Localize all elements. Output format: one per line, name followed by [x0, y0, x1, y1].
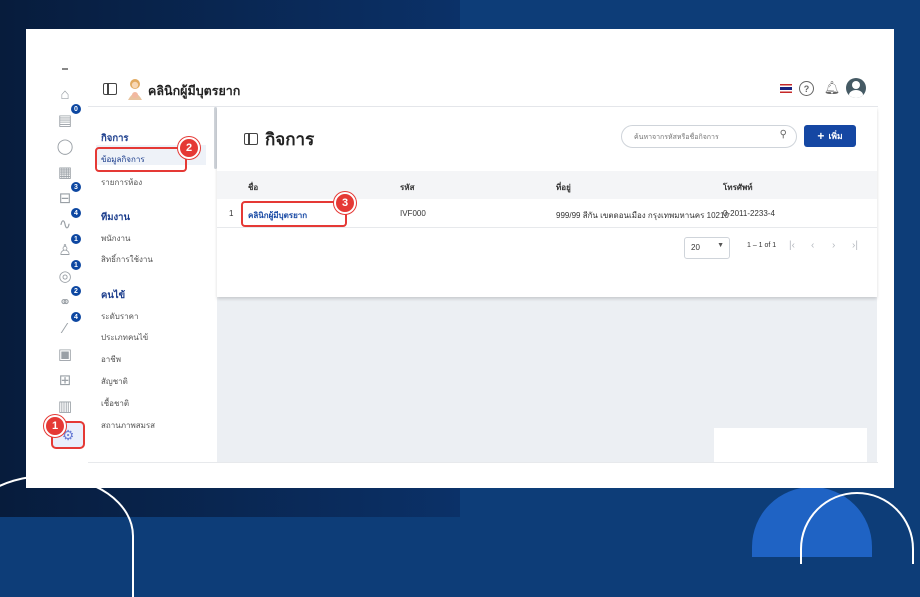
subnav-item-permissions[interactable]: สิทธิ์การใช้งาน [101, 253, 153, 266]
search-box[interactable]: ⚲ [621, 125, 797, 148]
add-button-label: เพิ่ม [828, 131, 843, 141]
user-icon[interactable]: ◯ [52, 135, 78, 157]
icon-rail: ⌂ ▤ 0 ◯ ▦ ⊟ 3 ∿ 4 ♙ 1 ◎ 1 ⚭ 2 ⁄ 4 ▣ ⊞ ▥ [46, 69, 84, 449]
stethoscope-icon[interactable]: ∿ 4 [52, 208, 81, 235]
app-window: ⌂ ▤ 0 ◯ ▦ ⊟ 3 ∿ 4 ♙ 1 ◎ 1 ⚭ 2 ⁄ 4 ▣ ⊞ ▥ ⚙ 1 คลิ… [26, 29, 894, 488]
add-button[interactable]: + เพิ่ม [804, 125, 856, 147]
subnav-item-marital-status[interactable]: สถานภาพสมรส [101, 419, 155, 432]
doctor-icon[interactable]: ♙ 1 [52, 234, 81, 261]
caret-down-icon: ▼ [717, 242, 724, 249]
document-icon[interactable]: ▤ 0 [52, 104, 81, 131]
help-icon[interactable]: ? [799, 81, 814, 96]
rows-per-page-value: 20 [691, 243, 700, 252]
chart-icon[interactable]: ▥ [52, 395, 78, 417]
top-header: คลินิกผู้มีบุตรยาก ? 🔔︎ [88, 72, 878, 107]
column-header[interactable]: ชื่อ [248, 181, 258, 194]
subnav-item-price-level[interactable]: ระดับราคา [101, 310, 139, 323]
badge: 4 [71, 312, 81, 322]
subnav-group-title: ทีมงาน [101, 212, 130, 223]
search-icon[interactable]: ⚲ [780, 129, 787, 140]
rows-per-page-select[interactable]: 20 ▼ [684, 237, 730, 259]
next-page-icon[interactable]: › [832, 240, 835, 251]
step-marker: 3 [334, 192, 356, 214]
subnav-item-ethnicity[interactable]: เชื้อชาติ [101, 397, 129, 410]
business-address: 999/99 สีกัน เขตดอนเมือง กรุงเทพมหานคร 1… [556, 211, 729, 220]
plus-icon: + [817, 129, 825, 143]
subnav-item-occupation[interactable]: อาชีพ [101, 353, 121, 366]
subnav-item-patient-type[interactable]: ประเภทคนไข้ [101, 331, 148, 344]
badge: 2 [71, 286, 81, 296]
badge: 1 [71, 234, 81, 244]
clinic-logo-icon [128, 79, 142, 100]
syringe-icon[interactable]: ⁄ 4 [52, 312, 81, 339]
pagination: 20 ▼ 1 – 1 of 1 |‹ ‹ › ›| [217, 227, 877, 267]
step-marker: 2 [178, 137, 200, 159]
page-range: 1 – 1 of 1 [747, 242, 777, 249]
column-header[interactable]: โทรศัพท์ [723, 181, 753, 194]
grid-icon[interactable]: ⊞ [52, 369, 78, 391]
subnav-group-title: คนไข้ [101, 290, 126, 301]
badge: 3 [71, 182, 81, 192]
column-header[interactable]: รหัส [400, 181, 414, 194]
sidebar-toggle-icon[interactable] [103, 83, 117, 95]
table-header: ชื่อ รหัส ที่อยู่ โทรศัพท์ [217, 171, 877, 199]
first-page-icon[interactable]: |‹ [789, 240, 795, 251]
bell-icon[interactable]: 🔔︎ [823, 79, 841, 97]
last-page-icon[interactable]: ›| [852, 240, 858, 251]
subnav-item-rooms[interactable]: รายการห้อง [101, 176, 142, 189]
form-icon[interactable]: ▦ [52, 161, 78, 183]
main-content: กิจการ ⚲ + เพิ่ม ชื่อ รหัส ที่อยู่ โทรศั… [217, 107, 877, 462]
badge: 0 [71, 104, 81, 114]
thai-flag-icon[interactable] [780, 84, 792, 93]
highlight-box [241, 201, 347, 227]
subnav-item-nationality[interactable]: สัญชาติ [101, 375, 128, 388]
bed-icon[interactable]: ⊟ 3 [52, 182, 81, 209]
business-phone: 0-2011-2233-4 [723, 209, 775, 218]
business-code: IVF000 [400, 209, 426, 218]
step-marker: 1 [44, 415, 66, 437]
handshake-icon[interactable]: ⚭ 2 [52, 286, 81, 313]
divider [88, 462, 878, 463]
prev-page-icon[interactable]: ‹ [811, 240, 814, 251]
user-avatar[interactable] [846, 78, 866, 98]
home-icon[interactable]: ⌂ [52, 83, 78, 105]
subnav-item-staff[interactable]: พนักงาน [101, 232, 130, 245]
page-panel-icon [244, 133, 258, 145]
pill-icon[interactable]: ◎ 1 [52, 260, 81, 287]
search-input[interactable] [632, 129, 776, 145]
clinic-name: คลินิกผู้มีบุตรยาก [148, 84, 241, 98]
badge: 1 [71, 260, 81, 270]
row-index: 1 [229, 209, 234, 218]
package-icon[interactable]: ▣ [52, 343, 78, 365]
page-title: กิจการ [265, 130, 315, 149]
column-header[interactable]: ที่อยู่ [556, 181, 571, 194]
badge: 4 [71, 208, 81, 218]
subnav-group-title: กิจการ [101, 133, 129, 144]
highlight-box [95, 147, 187, 172]
